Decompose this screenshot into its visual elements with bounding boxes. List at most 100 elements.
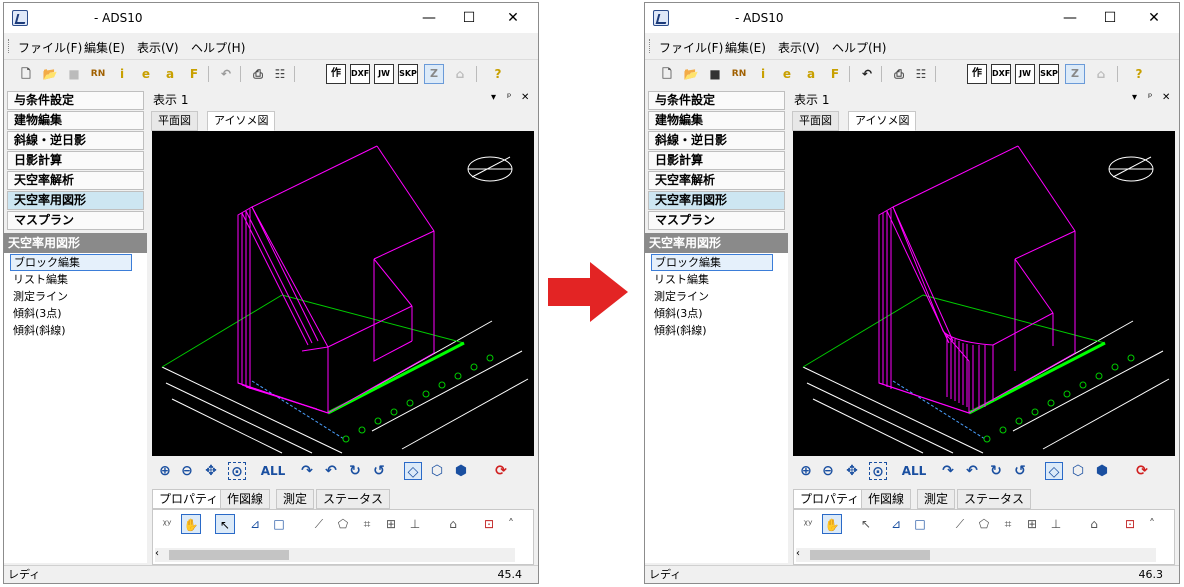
maximize-button[interactable]: ☐ bbox=[1095, 8, 1125, 28]
tab-draw-lines[interactable]: 作図線 bbox=[220, 489, 271, 509]
extrude-tool-icon[interactable]: ⊥ bbox=[1046, 514, 1066, 534]
sub-item-slope-line[interactable]: 傾斜(斜線) bbox=[651, 323, 773, 340]
sub-item-slope-3pt[interactable]: 傾斜(3点) bbox=[651, 306, 773, 323]
polyline-tool-icon[interactable]: ⊿ bbox=[886, 514, 906, 534]
sub-item-measure-line[interactable]: 測定ライン bbox=[651, 289, 773, 306]
rotate-down-icon[interactable]: ↺ bbox=[370, 462, 388, 480]
shaded-view-icon[interactable]: ⬢ bbox=[452, 462, 470, 480]
save-icon[interactable]: ■ bbox=[64, 64, 84, 84]
extrude-tool-icon[interactable]: ⊥ bbox=[405, 514, 425, 534]
print-icon[interactable]: ⎙ bbox=[248, 64, 268, 84]
rotate-up-icon[interactable]: ↻ bbox=[346, 462, 364, 480]
box-tool-icon[interactable]: ⊞ bbox=[1022, 514, 1042, 534]
category-slant-shadow[interactable]: 斜線・逆日影 bbox=[7, 131, 144, 150]
pane-close-icon[interactable]: ✕ bbox=[521, 92, 529, 103]
help-icon[interactable]: ? bbox=[1129, 64, 1149, 84]
menu-view[interactable]: 表示(V) bbox=[137, 39, 179, 56]
info-icon[interactable]: i bbox=[112, 64, 132, 84]
new-file-icon[interactable]: 🗋 bbox=[16, 64, 36, 84]
category-conditions[interactable]: 与条件設定 bbox=[7, 91, 144, 110]
close-button[interactable]: ✕ bbox=[1139, 8, 1169, 28]
e-icon[interactable]: e bbox=[777, 64, 797, 84]
dxf-button[interactable]: DXF bbox=[991, 64, 1011, 84]
menu-view[interactable]: 表示(V) bbox=[778, 39, 820, 56]
minimize-button[interactable]: — bbox=[414, 8, 444, 28]
reset-view-icon[interactable]: ⟳ bbox=[492, 462, 510, 480]
print-preview-icon[interactable]: ☷ bbox=[911, 64, 931, 84]
hand-tool-icon[interactable]: ✋ bbox=[822, 514, 842, 534]
a-icon[interactable]: a bbox=[160, 64, 180, 84]
new-file-icon[interactable]: 🗋 bbox=[657, 64, 677, 84]
xy-icon[interactable]: ᵡʸ bbox=[798, 514, 818, 534]
menu-edit[interactable]: 編集(E) bbox=[725, 39, 766, 56]
tab-measure[interactable]: 測定 bbox=[276, 489, 315, 509]
sub-item-block-edit[interactable]: ブロック編集 bbox=[10, 254, 132, 271]
frame-tool-icon[interactable]: ⌗ bbox=[998, 514, 1018, 534]
sub-item-slope-line[interactable]: 傾斜(斜線) bbox=[10, 323, 132, 340]
horizontal-scrollbar[interactable]: ‹ bbox=[155, 548, 515, 562]
isometric-viewport[interactable] bbox=[793, 131, 1175, 456]
menu-help[interactable]: ヘルプ(H) bbox=[832, 39, 886, 56]
pane-close-icon[interactable]: ✕ bbox=[1162, 92, 1170, 103]
xy-icon[interactable]: ᵡʸ bbox=[157, 514, 177, 534]
e-icon[interactable]: e bbox=[136, 64, 156, 84]
rotate-right-icon[interactable]: ↶ bbox=[963, 462, 981, 480]
polyline-tool-icon[interactable]: ⊿ bbox=[245, 514, 265, 534]
select-arrow-icon[interactable]: ↖ bbox=[856, 514, 876, 534]
tab-plan[interactable]: 平面図 bbox=[792, 111, 839, 131]
move-tool-icon[interactable]: ⊡ bbox=[1120, 514, 1140, 534]
jw-button[interactable]: JW bbox=[1015, 64, 1035, 84]
hidden-line-view-icon[interactable]: ⬡ bbox=[428, 462, 446, 480]
polygon-tool-icon[interactable]: ⬠ bbox=[974, 514, 994, 534]
horizontal-scrollbar[interactable]: ‹ bbox=[796, 548, 1156, 562]
info-icon[interactable]: i bbox=[753, 64, 773, 84]
building-tool-icon[interactable]: ⌂ bbox=[1084, 514, 1104, 534]
scroll-thumb[interactable] bbox=[810, 550, 930, 560]
sub-item-list-edit[interactable]: リスト編集 bbox=[651, 272, 773, 289]
hidden-line-view-icon[interactable]: ⬡ bbox=[1069, 462, 1087, 480]
zoom-in-icon[interactable]: ⊕ bbox=[797, 462, 815, 480]
tab-properties[interactable]: プロパティ bbox=[793, 489, 867, 509]
a-icon[interactable]: a bbox=[801, 64, 821, 84]
undo-icon[interactable]: ↶ bbox=[857, 64, 877, 84]
zoom-all-button[interactable]: ALL bbox=[901, 462, 927, 480]
rotate-down-icon[interactable]: ↺ bbox=[1011, 462, 1029, 480]
zoom-out-icon[interactable]: ⊖ bbox=[819, 462, 837, 480]
tab-status[interactable]: ステータス bbox=[316, 489, 391, 509]
isometric-viewport[interactable] bbox=[152, 131, 534, 456]
pane-dropdown-icon[interactable]: ▾ bbox=[491, 92, 496, 103]
menu-help[interactable]: ヘルプ(H) bbox=[191, 39, 245, 56]
scroll-up-icon[interactable]: ˄ bbox=[1146, 514, 1158, 534]
tab-measure[interactable]: 測定 bbox=[917, 489, 956, 509]
tab-draw-lines[interactable]: 作図線 bbox=[861, 489, 912, 509]
menu-edit[interactable]: 編集(E) bbox=[84, 39, 125, 56]
category-sky-figure[interactable]: 天空率用図形 bbox=[648, 191, 785, 210]
rectangle-tool-icon[interactable]: □ bbox=[269, 514, 289, 534]
scroll-up-icon[interactable]: ˄ bbox=[505, 514, 517, 534]
open-folder-icon[interactable]: 📂 bbox=[40, 64, 60, 84]
dxf-button[interactable]: DXF bbox=[350, 64, 370, 84]
sub-item-measure-line[interactable]: 測定ライン bbox=[10, 289, 132, 306]
pan-icon[interactable]: ✥ bbox=[843, 462, 861, 480]
saku-button[interactable]: 作 bbox=[967, 64, 987, 84]
category-shadow-calc[interactable]: 日影計算 bbox=[7, 151, 144, 170]
skp-button[interactable]: SKP bbox=[1039, 64, 1059, 84]
shaded-view-icon[interactable]: ⬢ bbox=[1093, 462, 1111, 480]
category-mass-plan[interactable]: マスプラン bbox=[648, 211, 785, 230]
undo-icon[interactable]: ↶ bbox=[216, 64, 236, 84]
print-preview-icon[interactable]: ☷ bbox=[270, 64, 290, 84]
box-tool-icon[interactable]: ⊞ bbox=[381, 514, 401, 534]
category-conditions[interactable]: 与条件設定 bbox=[648, 91, 785, 110]
pane-pin-icon[interactable]: ᵖ bbox=[507, 92, 511, 103]
zoom-all-button[interactable]: ALL bbox=[260, 462, 286, 480]
tab-isometric[interactable]: アイソメ図 bbox=[848, 111, 917, 131]
rotate-right-icon[interactable]: ↶ bbox=[322, 462, 340, 480]
rectangle-tool-icon[interactable]: □ bbox=[910, 514, 930, 534]
polygon-tool-icon[interactable]: ⬠ bbox=[333, 514, 353, 534]
rn-icon[interactable]: RN bbox=[729, 64, 749, 84]
jw-button[interactable]: JW bbox=[374, 64, 394, 84]
sub-item-block-edit[interactable]: ブロック編集 bbox=[651, 254, 773, 271]
menu-file[interactable]: ファイル(F) bbox=[18, 39, 82, 56]
open-folder-icon[interactable]: 📂 bbox=[681, 64, 701, 84]
category-sky-analysis[interactable]: 天空率解析 bbox=[7, 171, 144, 190]
